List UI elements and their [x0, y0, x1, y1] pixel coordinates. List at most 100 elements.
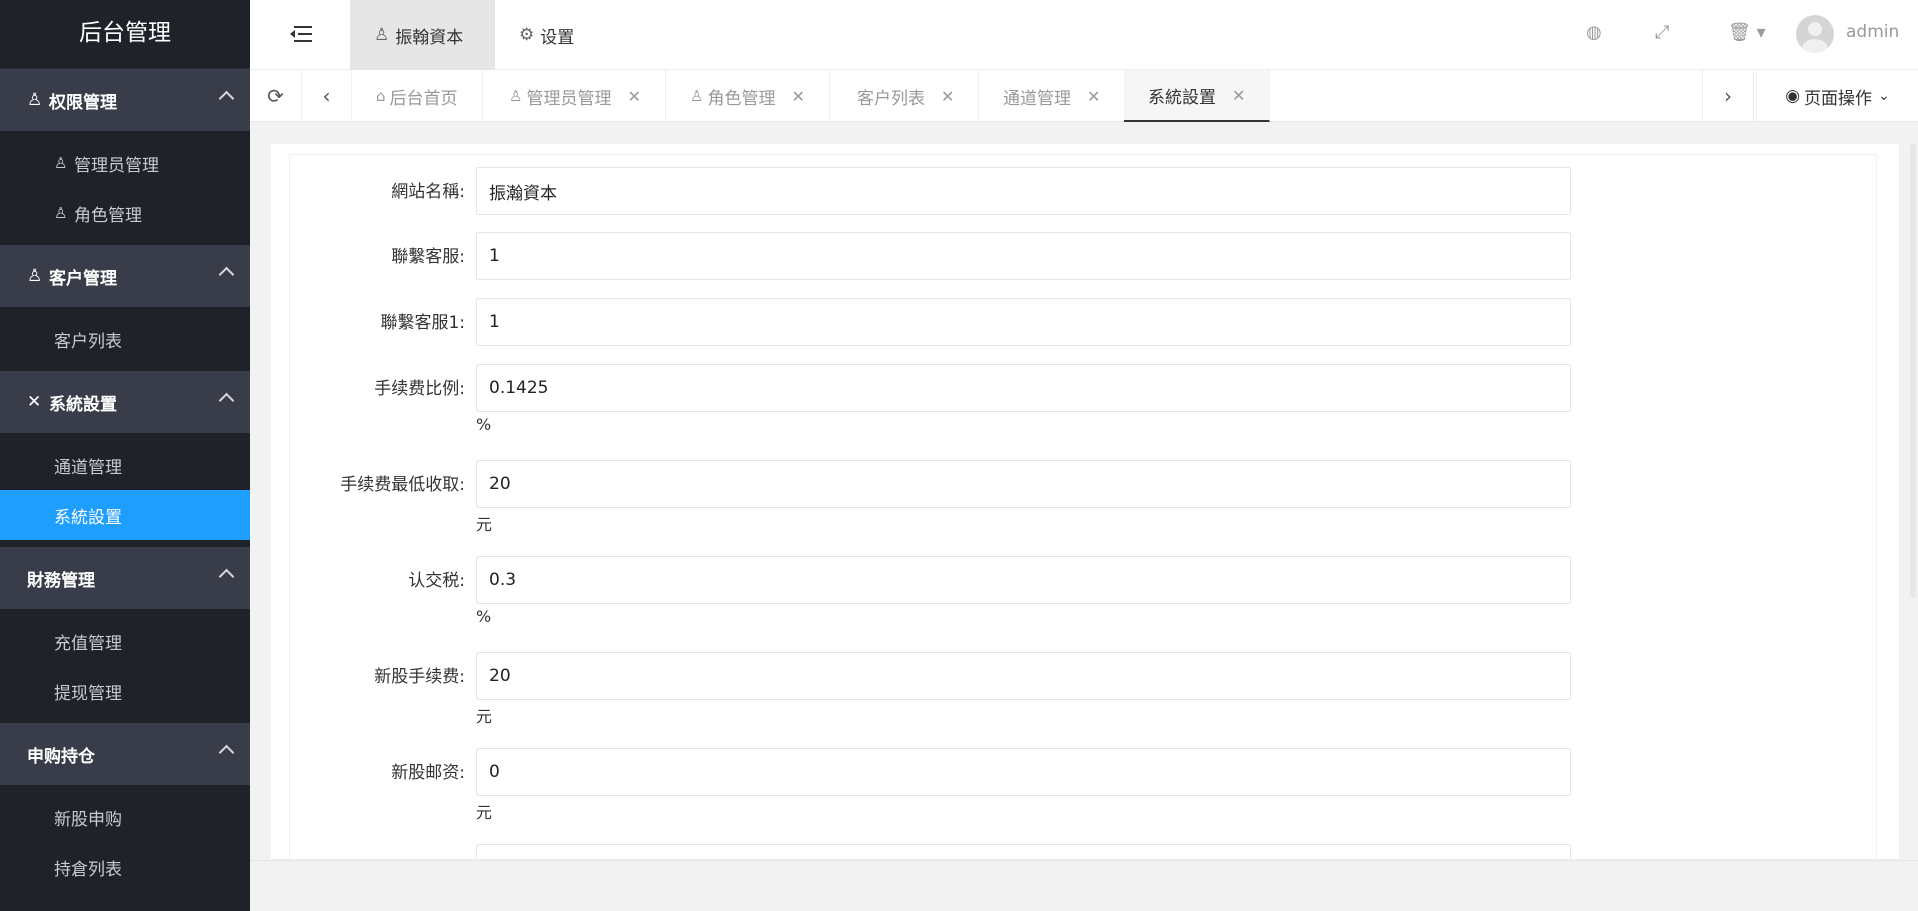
- close-icon[interactable]: ✕: [1232, 86, 1245, 105]
- unit-label: %: [476, 415, 492, 434]
- fee-rate-input[interactable]: [476, 364, 1571, 412]
- unit-label: 元: [476, 515, 493, 534]
- unit-label: %: [476, 607, 492, 626]
- chevron-right-icon[interactable]: ›: [1702, 70, 1754, 122]
- sidebar-item-system-settings[interactable]: 系統設置: [0, 490, 250, 540]
- sidebar-item-withdraw[interactable]: 提现管理: [0, 666, 250, 716]
- sidebar-item-admins[interactable]: ♙ 管理员管理: [0, 138, 250, 188]
- app-logo: 后台管理: [0, 0, 250, 69]
- close-icon[interactable]: ✕: [941, 87, 954, 106]
- user-lock-icon: ♙: [54, 154, 68, 172]
- gear-icon: ⚙: [519, 25, 535, 45]
- refresh-icon[interactable]: ⟳: [250, 70, 302, 122]
- close-icon[interactable]: ✕: [627, 87, 640, 106]
- user-name[interactable]: admin: [1846, 22, 1899, 42]
- target-icon: ◉: [1785, 86, 1801, 106]
- tab-label: 系統設置: [1148, 87, 1216, 108]
- sidebar-item-label: 新股申购: [54, 809, 122, 830]
- avatar[interactable]: [1796, 15, 1834, 53]
- chevron-left-icon[interactable]: ‹: [302, 70, 352, 122]
- next-field-input[interactable]: [476, 844, 1571, 859]
- sidebar-item-label: 系統設置: [54, 507, 122, 528]
- sidebar-item-ipo-subscribe[interactable]: 新股申购: [0, 792, 250, 842]
- tab-label: 客户列表: [857, 88, 925, 109]
- form-label: 新股手续费:: [374, 667, 465, 687]
- ipo-fee-input[interactable]: [476, 652, 1571, 700]
- menu-toggle-icon[interactable]: [290, 24, 312, 44]
- sidebar-item-channels[interactable]: 通道管理: [0, 440, 250, 490]
- tabs-bar: ⟳ ‹ ⌂ 后台首页 ♙ 管理员管理 ✕ ♙ 角色管理 ✕ 客户列表 ✕ 通道管…: [250, 70, 1918, 122]
- form-label: 手续费比例:: [374, 379, 465, 399]
- trash-icon[interactable]: 🗑 ▾: [1728, 22, 1766, 43]
- sidebar-group-system[interactable]: ✕ 系統設置: [0, 371, 250, 433]
- sidebar-group-label: 申购持仓: [27, 746, 95, 767]
- footer: [250, 860, 1918, 911]
- sidebar-item-label: 管理员管理: [74, 155, 159, 176]
- unit-label: 元: [476, 707, 493, 726]
- home-icon: ⌂: [376, 87, 386, 105]
- scrollbar[interactable]: [1908, 143, 1918, 603]
- contact-service1-input[interactable]: [476, 298, 1571, 346]
- sidebar-item-recharge[interactable]: 充值管理: [0, 616, 250, 666]
- form-label: 聯繫客服1:: [380, 313, 465, 333]
- sidebar-item-label: 通道管理: [54, 457, 122, 478]
- chevron-up-icon: [218, 744, 235, 761]
- user-lock-icon: ♙: [690, 87, 704, 105]
- user-lock-icon: ♙: [509, 87, 523, 105]
- sidebar-item-label: 充值管理: [54, 633, 122, 654]
- unit-label: 元: [476, 803, 493, 822]
- sidebar-item-label: 持倉列表: [54, 859, 122, 880]
- tab-label: 后台首页: [389, 88, 458, 109]
- sidebar-group-permissions[interactable]: ♙ 权限管理: [0, 69, 250, 131]
- site-name-input[interactable]: [476, 167, 1571, 215]
- form-label: 聯繫客服:: [391, 247, 465, 267]
- fullscreen-icon[interactable]: ⤢: [1655, 22, 1669, 43]
- sidebar-item-label: 提现管理: [54, 683, 122, 704]
- chevron-down-icon: ⌄: [1878, 88, 1890, 104]
- user-lock-icon: ♙: [27, 90, 43, 110]
- scrollbar-thumb[interactable]: [1910, 143, 1916, 598]
- chevron-up-icon: [218, 266, 235, 283]
- globe-icon[interactable]: ◍: [1586, 22, 1602, 43]
- min-fee-input[interactable]: [476, 460, 1571, 508]
- form-label: 網站名稱:: [391, 182, 465, 202]
- sidebar-group-label: 財務管理: [27, 570, 95, 591]
- tab-home[interactable]: ⌂ 后台首页: [352, 70, 483, 122]
- tab-system-settings[interactable]: 系統設置 ✕: [1124, 70, 1271, 122]
- sidebar-group-label: 客户管理: [49, 268, 117, 289]
- page-operations-label: 页面操作: [1804, 88, 1873, 109]
- form-label: 认交税:: [408, 571, 465, 591]
- sidebar-item-holdings[interactable]: 持倉列表: [0, 842, 250, 892]
- sidebar-item-label: 客户列表: [54, 331, 122, 352]
- ipo-postage-input[interactable]: [476, 748, 1571, 796]
- top-nav-label: 振翰資本: [395, 27, 464, 48]
- form-label: 手续费最低收取:: [340, 475, 465, 495]
- close-icon[interactable]: ✕: [1087, 87, 1100, 106]
- sidebar-group-subscription[interactable]: 申购持仓: [0, 723, 250, 785]
- chevron-up-icon: [218, 568, 235, 585]
- tax-input[interactable]: [476, 556, 1571, 604]
- settings-form: 網站名稱: 聯繫客服: 聯繫客服1: 手续费比例: % 手续费最低收取: 元 认…: [289, 154, 1877, 859]
- user-lock-icon: ♙: [54, 204, 68, 222]
- tab-label: 角色管理: [707, 88, 776, 109]
- sidebar-group-label: 权限管理: [49, 92, 117, 113]
- top-nav-settings[interactable]: ⚙ 设置: [495, 0, 598, 70]
- close-icon[interactable]: ✕: [791, 87, 804, 106]
- sidebar-group-finance[interactable]: 財務管理: [0, 547, 250, 609]
- contact-service-input[interactable]: [476, 232, 1571, 280]
- sidebar-group-customers[interactable]: ♙ 客户管理: [0, 245, 250, 307]
- sidebar: 后台管理 ♙ 权限管理 ♙ 管理员管理 ♙ 角色管理 ♙ 客户管理 客户列表 ✕…: [0, 0, 250, 911]
- tab-channels[interactable]: 通道管理 ✕: [979, 70, 1126, 122]
- top-nav-label: 设置: [540, 27, 575, 48]
- tools-icon: ✕: [27, 392, 42, 412]
- chevron-up-icon: [218, 90, 235, 107]
- tab-label: 管理员管理: [526, 88, 612, 109]
- tab-customer-list[interactable]: 客户列表 ✕: [833, 70, 980, 122]
- top-nav-company[interactable]: ♙ 振翰資本: [350, 0, 495, 70]
- tab-admins[interactable]: ♙ 管理员管理 ✕: [485, 70, 666, 122]
- page-operations-menu[interactable]: ◉ 页面操作 ⌄: [1756, 70, 1918, 122]
- sidebar-item-customer-list[interactable]: 客户列表: [0, 314, 250, 364]
- sidebar-item-label: 角色管理: [74, 205, 142, 226]
- sidebar-item-roles[interactable]: ♙ 角色管理: [0, 188, 250, 238]
- tab-roles[interactable]: ♙ 角色管理 ✕: [666, 70, 830, 122]
